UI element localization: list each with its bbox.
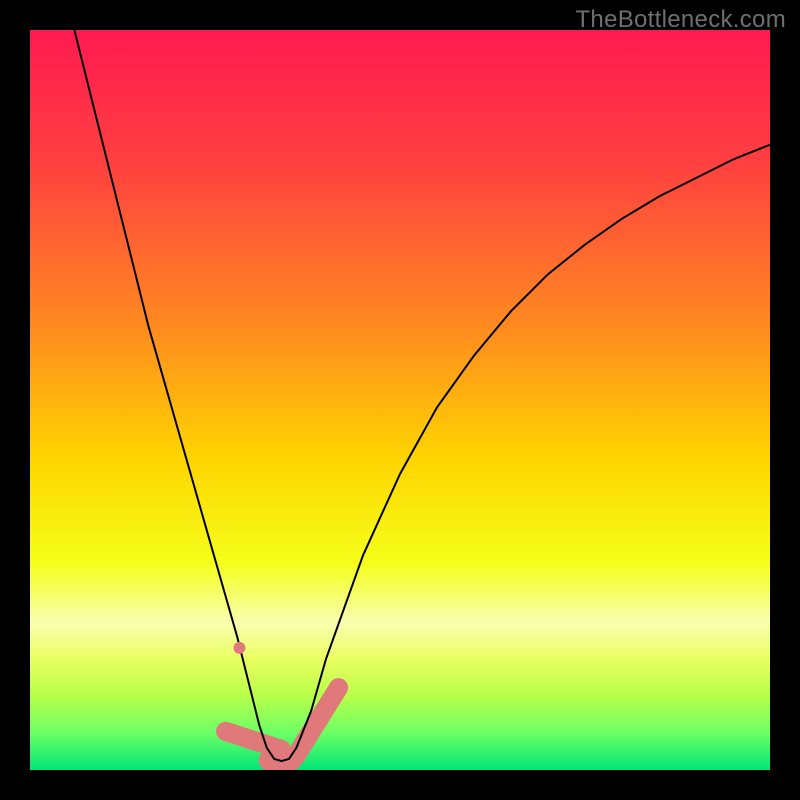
watermark-text: TheBottleneck.com (575, 6, 786, 34)
chart-frame: TheBottleneck.com (0, 0, 800, 800)
chart-svg (30, 30, 770, 770)
chart-background (30, 30, 770, 770)
chart-plot-area (30, 30, 770, 770)
marker-dot-left (233, 642, 245, 654)
chart-markers-above (233, 642, 245, 654)
